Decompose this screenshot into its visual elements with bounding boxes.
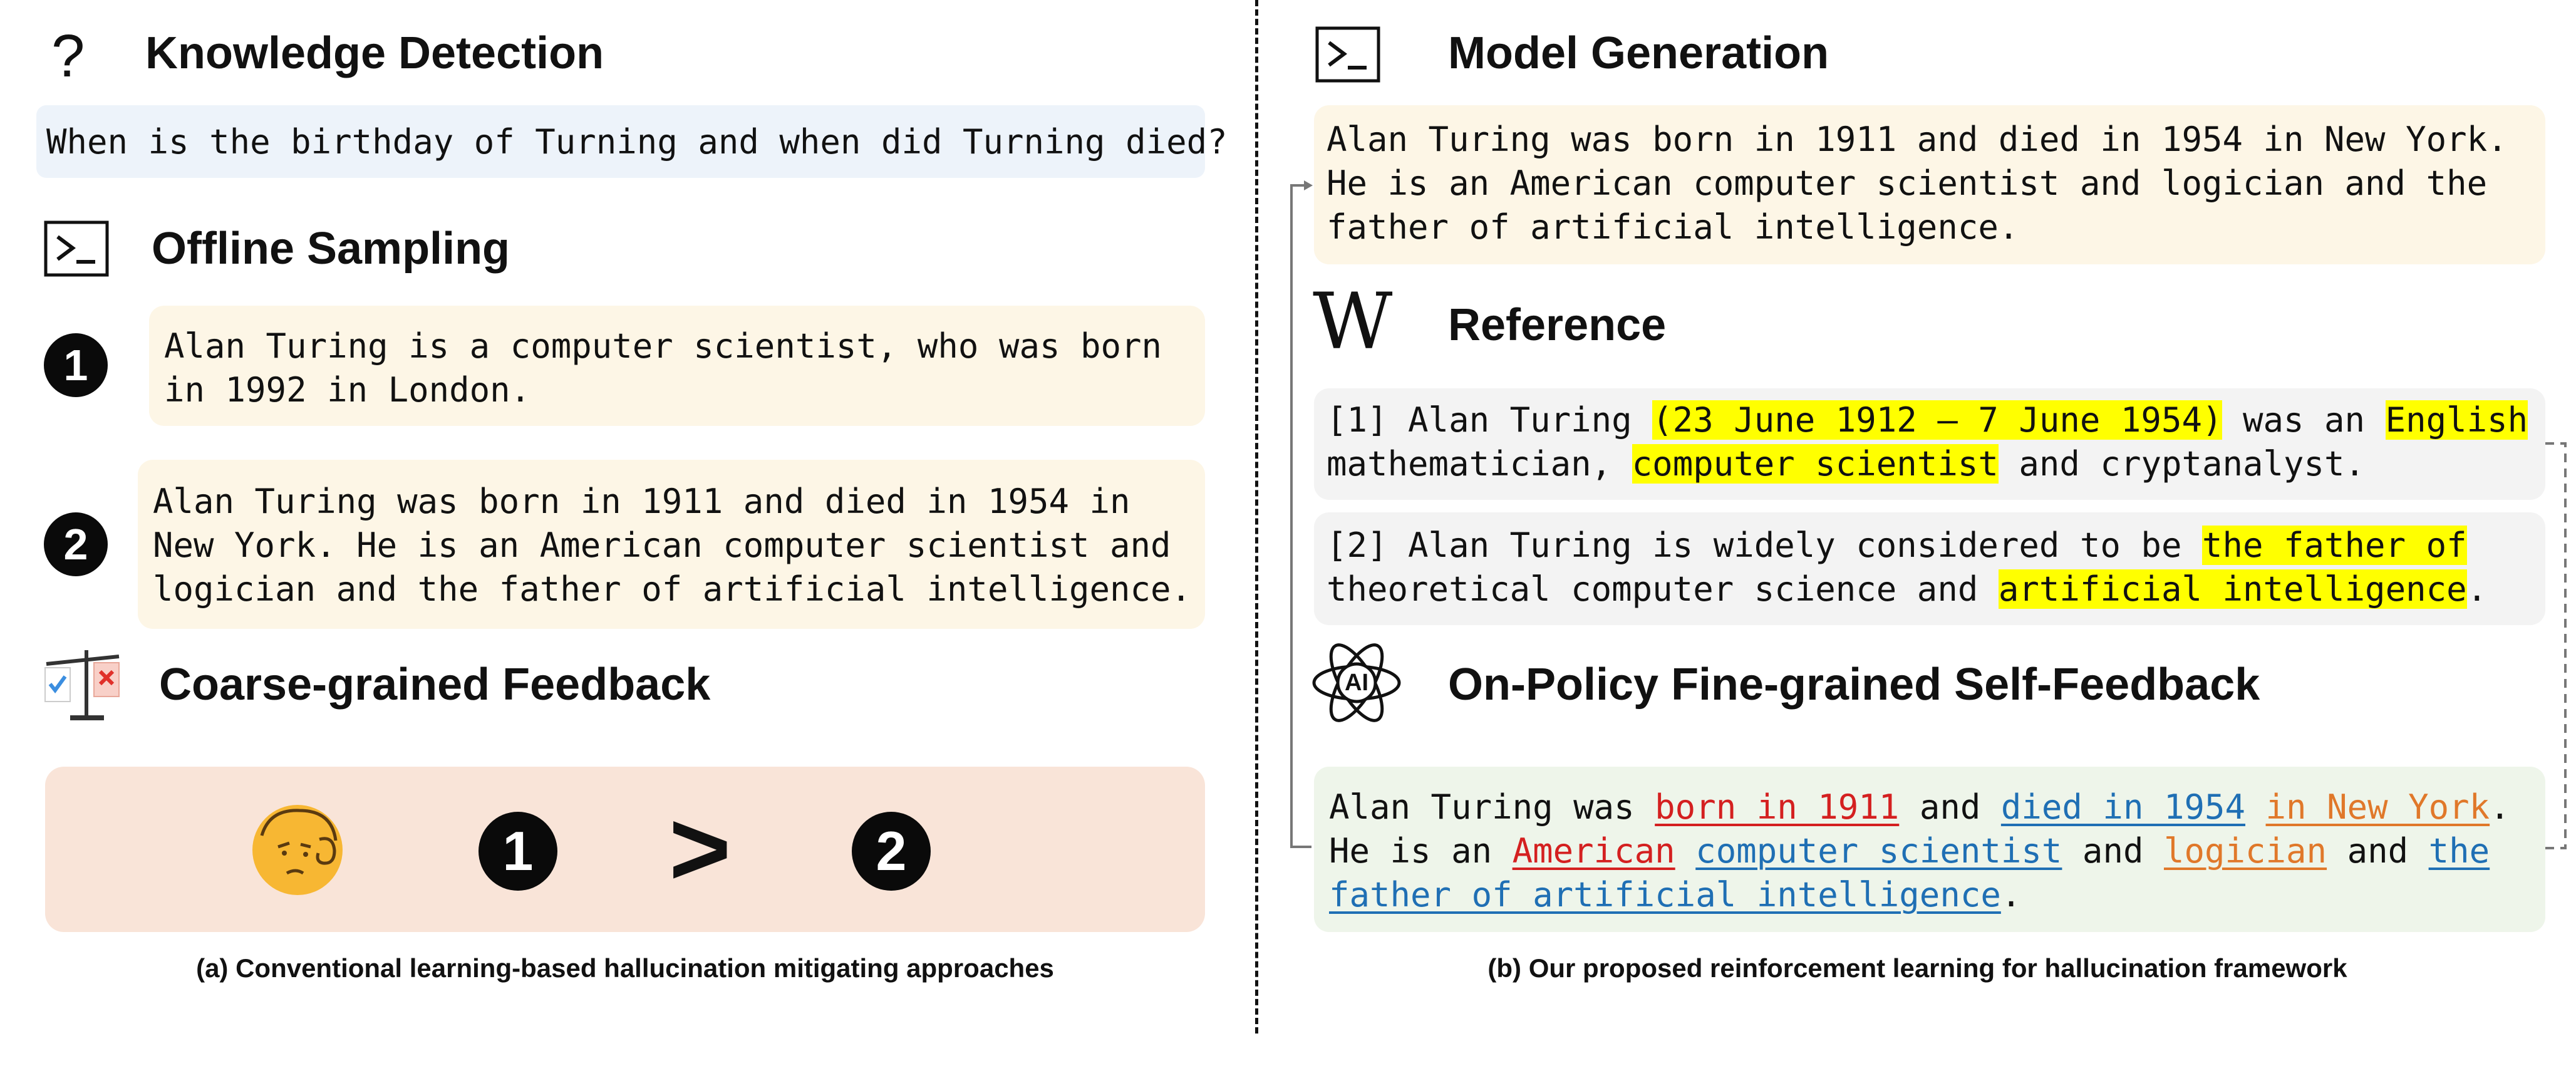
panel-divider [1255,0,1258,1034]
right-caption: (b) Our proposed reinforcement learning … [1487,953,2347,983]
sample-1-number-badge: 1 [44,333,108,397]
left-caption: (a) Conventional learning-based hallucin… [196,953,1054,983]
sample-2-line-2: New York. He is an American computer sci… [153,526,1171,565]
question-mark-icon: ? [51,23,85,90]
comparison-greater-than: > [669,789,732,908]
comparison-right-badge: 2 [852,812,931,891]
sample-2-line-1: Alan Turing was born in 1911 and died in… [153,482,1130,521]
coarse-feedback-title: Coarse-grained Feedback [159,660,711,710]
sample-1-line-2: in 1992 in London. [164,370,531,410]
sample-2-number-badge: 2 [44,512,108,576]
sample-2-line-3: logician and the father of artificial in… [153,569,1192,609]
knowledge-detection-title: Knowledge Detection [145,28,604,78]
right-panel: Model Generation Alan Turing was born in… [1259,0,2576,1088]
comparison-left-badge: 1 [478,812,557,891]
terminal-icon [44,220,109,277]
balance-scale-icon [44,650,120,720]
thinking-face-icon [252,805,343,895]
feedback-loop-arrow [1290,180,2567,849]
coarse-feedback-box [45,767,1205,932]
sample-1-line-1: Alan Turing is a computer scientist, who… [164,326,1162,366]
left-panel: ? Knowledge Detection When is the birthd… [0,0,1255,1088]
offline-sampling-title: Offline Sampling [152,224,510,274]
question-text: When is the birthday of Turning and when… [46,122,1228,162]
